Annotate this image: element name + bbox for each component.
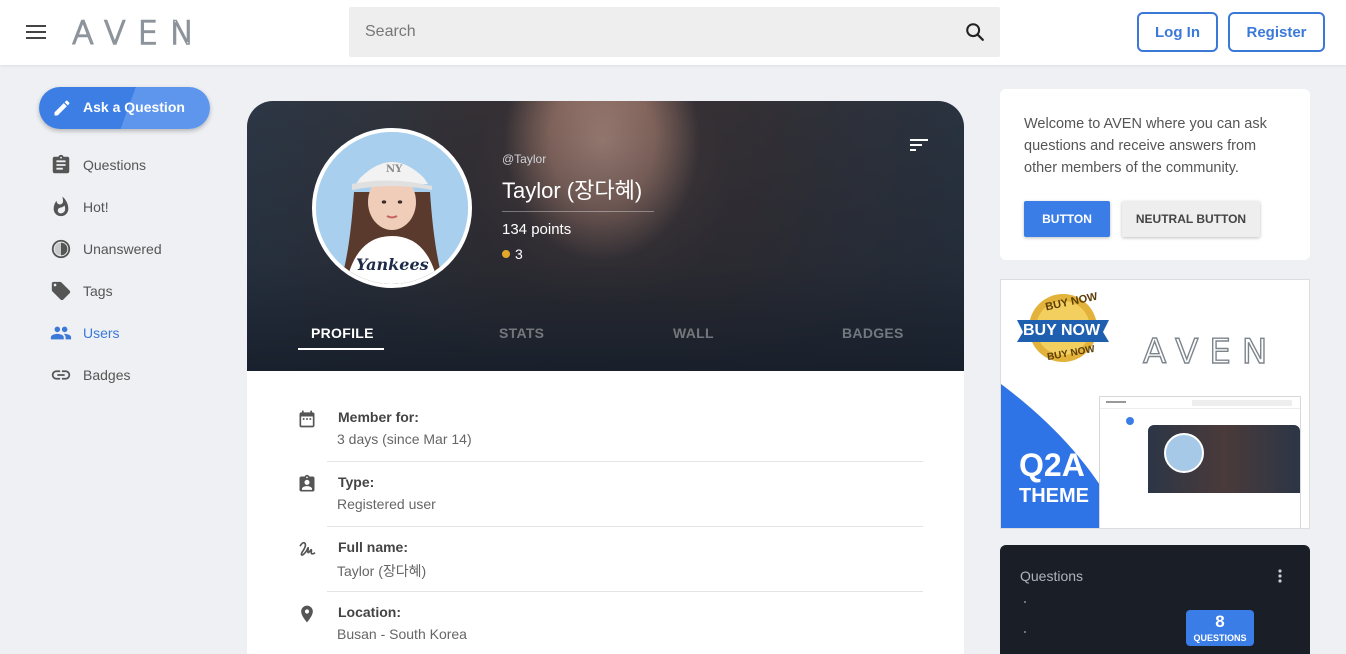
login-button[interactable]: Log In: [1137, 12, 1218, 52]
sidebar-item-unanswered[interactable]: Unanswered: [50, 237, 210, 261]
top-header: AVEN Log In Register: [0, 0, 1346, 65]
info-label: Member for:: [338, 409, 419, 425]
sidebar-item-label: Hot!: [83, 199, 109, 215]
seal-main-text: BUY NOW: [1023, 322, 1101, 339]
active-tab-indicator: [298, 348, 384, 350]
welcome-widget: Welcome to AVEN where you can ask questi…: [1000, 89, 1310, 260]
avatar[interactable]: NY Yankees: [312, 128, 472, 288]
location-pin-icon: [301, 605, 313, 623]
tab-stats[interactable]: STATS: [499, 325, 544, 341]
neutral-button[interactable]: NEUTRAL BUTTON: [1122, 201, 1260, 237]
calendar-icon: [299, 410, 315, 428]
search-icon[interactable]: [964, 21, 986, 43]
ask-question-button[interactable]: Ask a Question: [39, 87, 210, 129]
info-row-member-for: Member for: 3 days (since Mar 14): [297, 409, 923, 474]
tab-wall[interactable]: WALL: [673, 325, 714, 341]
info-label: Full name:: [338, 539, 409, 555]
badge-icon: [299, 474, 315, 492]
svg-text:NY: NY: [386, 164, 403, 175]
sort-icon[interactable]: [910, 137, 930, 153]
avatar-image: NY Yankees: [316, 132, 468, 284]
user-medals: 3: [502, 246, 523, 262]
ad-subtitle: THEME: [1019, 485, 1089, 507]
chart-point: [1024, 631, 1026, 633]
more-vertical-icon[interactable]: [1278, 569, 1282, 583]
signature-icon: [299, 541, 316, 556]
sidebar-item-badges[interactable]: Badges: [50, 363, 210, 387]
info-row-full-name: Full name: Taylor (장다혜): [297, 539, 923, 604]
profile-card: NY Yankees @Taylor Taylor (장다혜) 134 poin…: [247, 101, 964, 654]
fire-icon: [53, 196, 69, 217]
sidebar-item-label: Questions: [83, 157, 147, 173]
info-label: Location:: [338, 604, 401, 620]
chart-point: [1024, 601, 1026, 603]
name-divider: [502, 211, 654, 212]
primary-button[interactable]: BUTTON: [1024, 201, 1110, 237]
search-input[interactable]: [349, 7, 949, 57]
tab-profile[interactable]: PROFILE: [311, 325, 374, 341]
link-icon: [51, 370, 71, 380]
questions-widget: Questions 8 QUESTIONS: [1000, 545, 1310, 654]
sidebar-item-label: Users: [83, 325, 120, 341]
info-value: Taylor (장다혜): [337, 563, 427, 579]
medal-count: 3: [515, 246, 523, 262]
half-circle-icon: [51, 239, 71, 259]
divider: [327, 591, 923, 592]
user-name: Taylor (장다혜): [502, 178, 643, 203]
tab-badges[interactable]: BADGES: [842, 325, 904, 341]
site-logo[interactable]: AVEN: [71, 13, 206, 53]
info-row-location: Location: Busan - South Korea: [297, 604, 923, 654]
question-count-label: QUESTIONS: [1193, 633, 1247, 643]
search-bar: [349, 7, 1000, 57]
tag-icon: [51, 281, 71, 301]
profile-cover: NY Yankees @Taylor Taylor (장다혜) 134 poin…: [247, 101, 964, 371]
register-button[interactable]: Register: [1228, 12, 1325, 52]
pencil-icon: [54, 100, 70, 116]
info-row-type: Type: Registered user: [297, 474, 923, 539]
svg-text:Yankees: Yankees: [356, 255, 429, 274]
sidebar-item-hot[interactable]: Hot!: [50, 195, 210, 219]
info-value: 3 days (since Mar 14): [337, 431, 472, 447]
sidebar-item-questions[interactable]: Questions: [50, 153, 210, 177]
widget-title: Questions: [1020, 568, 1084, 584]
user-handle: @Taylor: [502, 152, 547, 166]
ad-title: Q2A: [1019, 447, 1085, 483]
question-count-badge: 8 QUESTIONS: [1186, 610, 1254, 646]
user-points: 134 points: [502, 221, 572, 238]
sidebar-item-tags[interactable]: Tags: [50, 279, 210, 303]
theme-preview-thumbnail: [1099, 396, 1301, 528]
sidebar-item-label: Tags: [83, 283, 113, 299]
ask-question-label: Ask a Question: [83, 99, 185, 115]
sidebar-item-users[interactable]: Users: [50, 321, 210, 345]
sidebar-item-label: Badges: [83, 367, 131, 383]
info-value: Registered user: [337, 496, 436, 512]
ad-logo: AVEN: [1142, 331, 1279, 372]
welcome-text: Welcome to AVEN where you can ask questi…: [1024, 116, 1267, 176]
clipboard-icon: [52, 154, 70, 174]
theme-ad-banner[interactable]: BUY NOW BUY NOW BUY NOW AVEN Q2A THEME: [1000, 279, 1310, 529]
info-value: Busan - South Korea: [337, 626, 467, 642]
info-label: Type:: [338, 474, 375, 490]
divider: [327, 461, 923, 462]
divider: [327, 526, 923, 527]
question-count: 8: [1215, 612, 1225, 631]
sidebar-item-label: Unanswered: [83, 241, 162, 257]
medal-icon: [502, 250, 510, 258]
menu-icon[interactable]: [26, 25, 46, 39]
people-icon: [50, 326, 72, 340]
